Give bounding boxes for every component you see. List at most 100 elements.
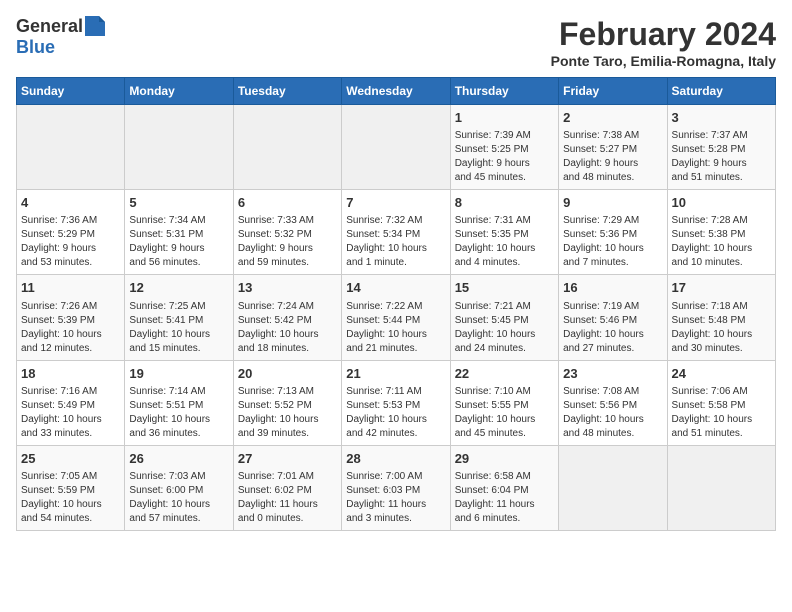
day-info: Sunrise: 7:38 AM Sunset: 5:27 PM Dayligh… bbox=[563, 129, 662, 185]
logo-blue-text: Blue bbox=[16, 37, 55, 57]
day-number: 12 bbox=[129, 279, 228, 297]
day-info: Sunrise: 7:08 AM Sunset: 5:56 PM Dayligh… bbox=[563, 385, 662, 441]
day-info: Sunrise: 7:03 AM Sunset: 6:00 PM Dayligh… bbox=[129, 470, 228, 526]
day-header-saturday: Saturday bbox=[667, 78, 775, 105]
calendar-cell: 16 Sunrise: 7:19 AM Sunset: 5:46 PM Dayli… bbox=[559, 275, 667, 360]
day-number: 3 bbox=[672, 109, 771, 127]
day-number: 25 bbox=[21, 450, 120, 468]
day-info: Sunrise: 7:19 AM Sunset: 5:46 PM Dayligh… bbox=[563, 300, 662, 356]
day-number: 26 bbox=[129, 450, 228, 468]
day-info: Sunrise: 7:00 AM Sunset: 6:03 PM Dayligh… bbox=[346, 470, 445, 526]
day-header-monday: Monday bbox=[125, 78, 233, 105]
calendar-cell: 9Sunrise: 7:29 AM Sunset: 5:36 PM Daylig… bbox=[559, 190, 667, 275]
logo-general-text: General bbox=[16, 16, 83, 37]
day-number: 1 bbox=[455, 109, 554, 127]
calendar-week-row: 4Sunrise: 7:36 AM Sunset: 5:29 PM Daylig… bbox=[17, 190, 776, 275]
calendar-cell: 5 Sunrise: 7:34 AM Sunset: 5:31 PM Daylig… bbox=[125, 190, 233, 275]
day-header-thursday: Thursday bbox=[450, 78, 558, 105]
day-number: 22 bbox=[455, 365, 554, 383]
calendar-cell: 19 Sunrise: 7:14 AM Sunset: 5:51 PM Dayli… bbox=[125, 360, 233, 445]
day-header-wednesday: Wednesday bbox=[342, 78, 450, 105]
title-section: February 2024 Ponte Taro, Emilia-Romagna… bbox=[551, 16, 776, 69]
calendar-cell: 20 Sunrise: 7:13 AM Sunset: 5:52 PM Dayli… bbox=[233, 360, 341, 445]
calendar-cell: 7Sunrise: 7:32 AM Sunset: 5:34 PM Daylig… bbox=[342, 190, 450, 275]
day-info: Sunrise: 7:36 AM Sunset: 5:29 PM Dayligh… bbox=[21, 214, 120, 270]
day-info: Sunrise: 7:33 AM Sunset: 5:32 PM Dayligh… bbox=[238, 214, 337, 270]
calendar-cell: 3 Sunrise: 7:37 AM Sunset: 5:28 PM Daylig… bbox=[667, 105, 775, 190]
day-number: 13 bbox=[238, 279, 337, 297]
calendar-week-row: 1 Sunrise: 7:39 AM Sunset: 5:25 PM Daylig… bbox=[17, 105, 776, 190]
day-number: 19 bbox=[129, 365, 228, 383]
calendar-cell: 24 Sunrise: 7:06 AM Sunset: 5:58 PM Dayli… bbox=[667, 360, 775, 445]
day-number: 28 bbox=[346, 450, 445, 468]
calendar-cell: 2Sunrise: 7:38 AM Sunset: 5:27 PM Daylig… bbox=[559, 105, 667, 190]
day-info: Sunrise: 7:01 AM Sunset: 6:02 PM Dayligh… bbox=[238, 470, 337, 526]
day-number: 16 bbox=[563, 279, 662, 297]
calendar-cell: 6 Sunrise: 7:33 AM Sunset: 5:32 PM Daylig… bbox=[233, 190, 341, 275]
location-subtitle: Ponte Taro, Emilia-Romagna, Italy bbox=[551, 53, 776, 69]
day-number: 27 bbox=[238, 450, 337, 468]
days-header-row: SundayMondayTuesdayWednesdayThursdayFrid… bbox=[17, 78, 776, 105]
day-number: 23 bbox=[563, 365, 662, 383]
day-info: Sunrise: 7:10 AM Sunset: 5:55 PM Dayligh… bbox=[455, 385, 554, 441]
day-number: 20 bbox=[238, 365, 337, 383]
calendar-cell: 26 Sunrise: 7:03 AM Sunset: 6:00 PM Dayli… bbox=[125, 445, 233, 530]
day-number: 9 bbox=[563, 194, 662, 212]
logo-icon bbox=[85, 16, 105, 36]
day-info: Sunrise: 7:13 AM Sunset: 5:52 PM Dayligh… bbox=[238, 385, 337, 441]
day-number: 29 bbox=[455, 450, 554, 468]
calendar-week-row: 25 Sunrise: 7:05 AM Sunset: 5:59 PM Dayli… bbox=[17, 445, 776, 530]
day-header-sunday: Sunday bbox=[17, 78, 125, 105]
day-info: Sunrise: 7:22 AM Sunset: 5:44 PM Dayligh… bbox=[346, 300, 445, 356]
day-info: Sunrise: 7:18 AM Sunset: 5:48 PM Dayligh… bbox=[672, 300, 771, 356]
day-number: 11 bbox=[21, 279, 120, 297]
calendar-cell: 8 Sunrise: 7:31 AM Sunset: 5:35 PM Daylig… bbox=[450, 190, 558, 275]
day-info: Sunrise: 7:39 AM Sunset: 5:25 PM Dayligh… bbox=[455, 129, 554, 185]
day-info: Sunrise: 7:21 AM Sunset: 5:45 PM Dayligh… bbox=[455, 300, 554, 356]
day-info: Sunrise: 7:28 AM Sunset: 5:38 PM Dayligh… bbox=[672, 214, 771, 270]
day-number: 24 bbox=[672, 365, 771, 383]
calendar-cell: 21 Sunrise: 7:11 AM Sunset: 5:53 PM Dayli… bbox=[342, 360, 450, 445]
day-info: Sunrise: 7:25 AM Sunset: 5:41 PM Dayligh… bbox=[129, 300, 228, 356]
day-number: 14 bbox=[346, 279, 445, 297]
page-header: General Blue February 2024 Ponte Taro, E… bbox=[16, 16, 776, 69]
calendar-cell: 28 Sunrise: 7:00 AM Sunset: 6:03 PM Dayli… bbox=[342, 445, 450, 530]
calendar-week-row: 18Sunrise: 7:16 AM Sunset: 5:49 PM Dayli… bbox=[17, 360, 776, 445]
calendar-table: SundayMondayTuesdayWednesdayThursdayFrid… bbox=[16, 77, 776, 531]
calendar-cell: 12 Sunrise: 7:25 AM Sunset: 5:41 PM Dayli… bbox=[125, 275, 233, 360]
calendar-cell bbox=[233, 105, 341, 190]
calendar-cell: 14 Sunrise: 7:22 AM Sunset: 5:44 PM Dayli… bbox=[342, 275, 450, 360]
calendar-cell: 27 Sunrise: 7:01 AM Sunset: 6:02 PM Dayli… bbox=[233, 445, 341, 530]
calendar-cell bbox=[17, 105, 125, 190]
day-number: 6 bbox=[238, 194, 337, 212]
calendar-cell: 11 Sunrise: 7:26 AM Sunset: 5:39 PM Dayli… bbox=[17, 275, 125, 360]
day-info: Sunrise: 6:58 AM Sunset: 6:04 PM Dayligh… bbox=[455, 470, 554, 526]
day-info: Sunrise: 7:11 AM Sunset: 5:53 PM Dayligh… bbox=[346, 385, 445, 441]
calendar-cell bbox=[125, 105, 233, 190]
calendar-cell bbox=[667, 445, 775, 530]
day-info: Sunrise: 7:05 AM Sunset: 5:59 PM Dayligh… bbox=[21, 470, 120, 526]
calendar-cell: 13Sunrise: 7:24 AM Sunset: 5:42 PM Dayli… bbox=[233, 275, 341, 360]
day-number: 5 bbox=[129, 194, 228, 212]
calendar-cell: 17 Sunrise: 7:18 AM Sunset: 5:48 PM Dayli… bbox=[667, 275, 775, 360]
day-info: Sunrise: 7:26 AM Sunset: 5:39 PM Dayligh… bbox=[21, 300, 120, 356]
day-number: 21 bbox=[346, 365, 445, 383]
logo: General Blue bbox=[16, 16, 105, 58]
day-header-friday: Friday bbox=[559, 78, 667, 105]
day-info: Sunrise: 7:06 AM Sunset: 5:58 PM Dayligh… bbox=[672, 385, 771, 441]
calendar-cell: 29 Sunrise: 6:58 AM Sunset: 6:04 PM Dayli… bbox=[450, 445, 558, 530]
month-year-title: February 2024 bbox=[551, 16, 776, 53]
day-number: 17 bbox=[672, 279, 771, 297]
calendar-cell bbox=[559, 445, 667, 530]
day-info: Sunrise: 7:37 AM Sunset: 5:28 PM Dayligh… bbox=[672, 129, 771, 185]
calendar-cell: 25 Sunrise: 7:05 AM Sunset: 5:59 PM Dayli… bbox=[17, 445, 125, 530]
day-info: Sunrise: 7:34 AM Sunset: 5:31 PM Dayligh… bbox=[129, 214, 228, 270]
day-number: 7 bbox=[346, 194, 445, 212]
day-number: 8 bbox=[455, 194, 554, 212]
day-info: Sunrise: 7:31 AM Sunset: 5:35 PM Dayligh… bbox=[455, 214, 554, 270]
calendar-cell: 22 Sunrise: 7:10 AM Sunset: 5:55 PM Dayli… bbox=[450, 360, 558, 445]
day-number: 10 bbox=[672, 194, 771, 212]
day-info: Sunrise: 7:14 AM Sunset: 5:51 PM Dayligh… bbox=[129, 385, 228, 441]
calendar-cell: 10 Sunrise: 7:28 AM Sunset: 5:38 PM Dayli… bbox=[667, 190, 775, 275]
calendar-week-row: 11 Sunrise: 7:26 AM Sunset: 5:39 PM Dayli… bbox=[17, 275, 776, 360]
